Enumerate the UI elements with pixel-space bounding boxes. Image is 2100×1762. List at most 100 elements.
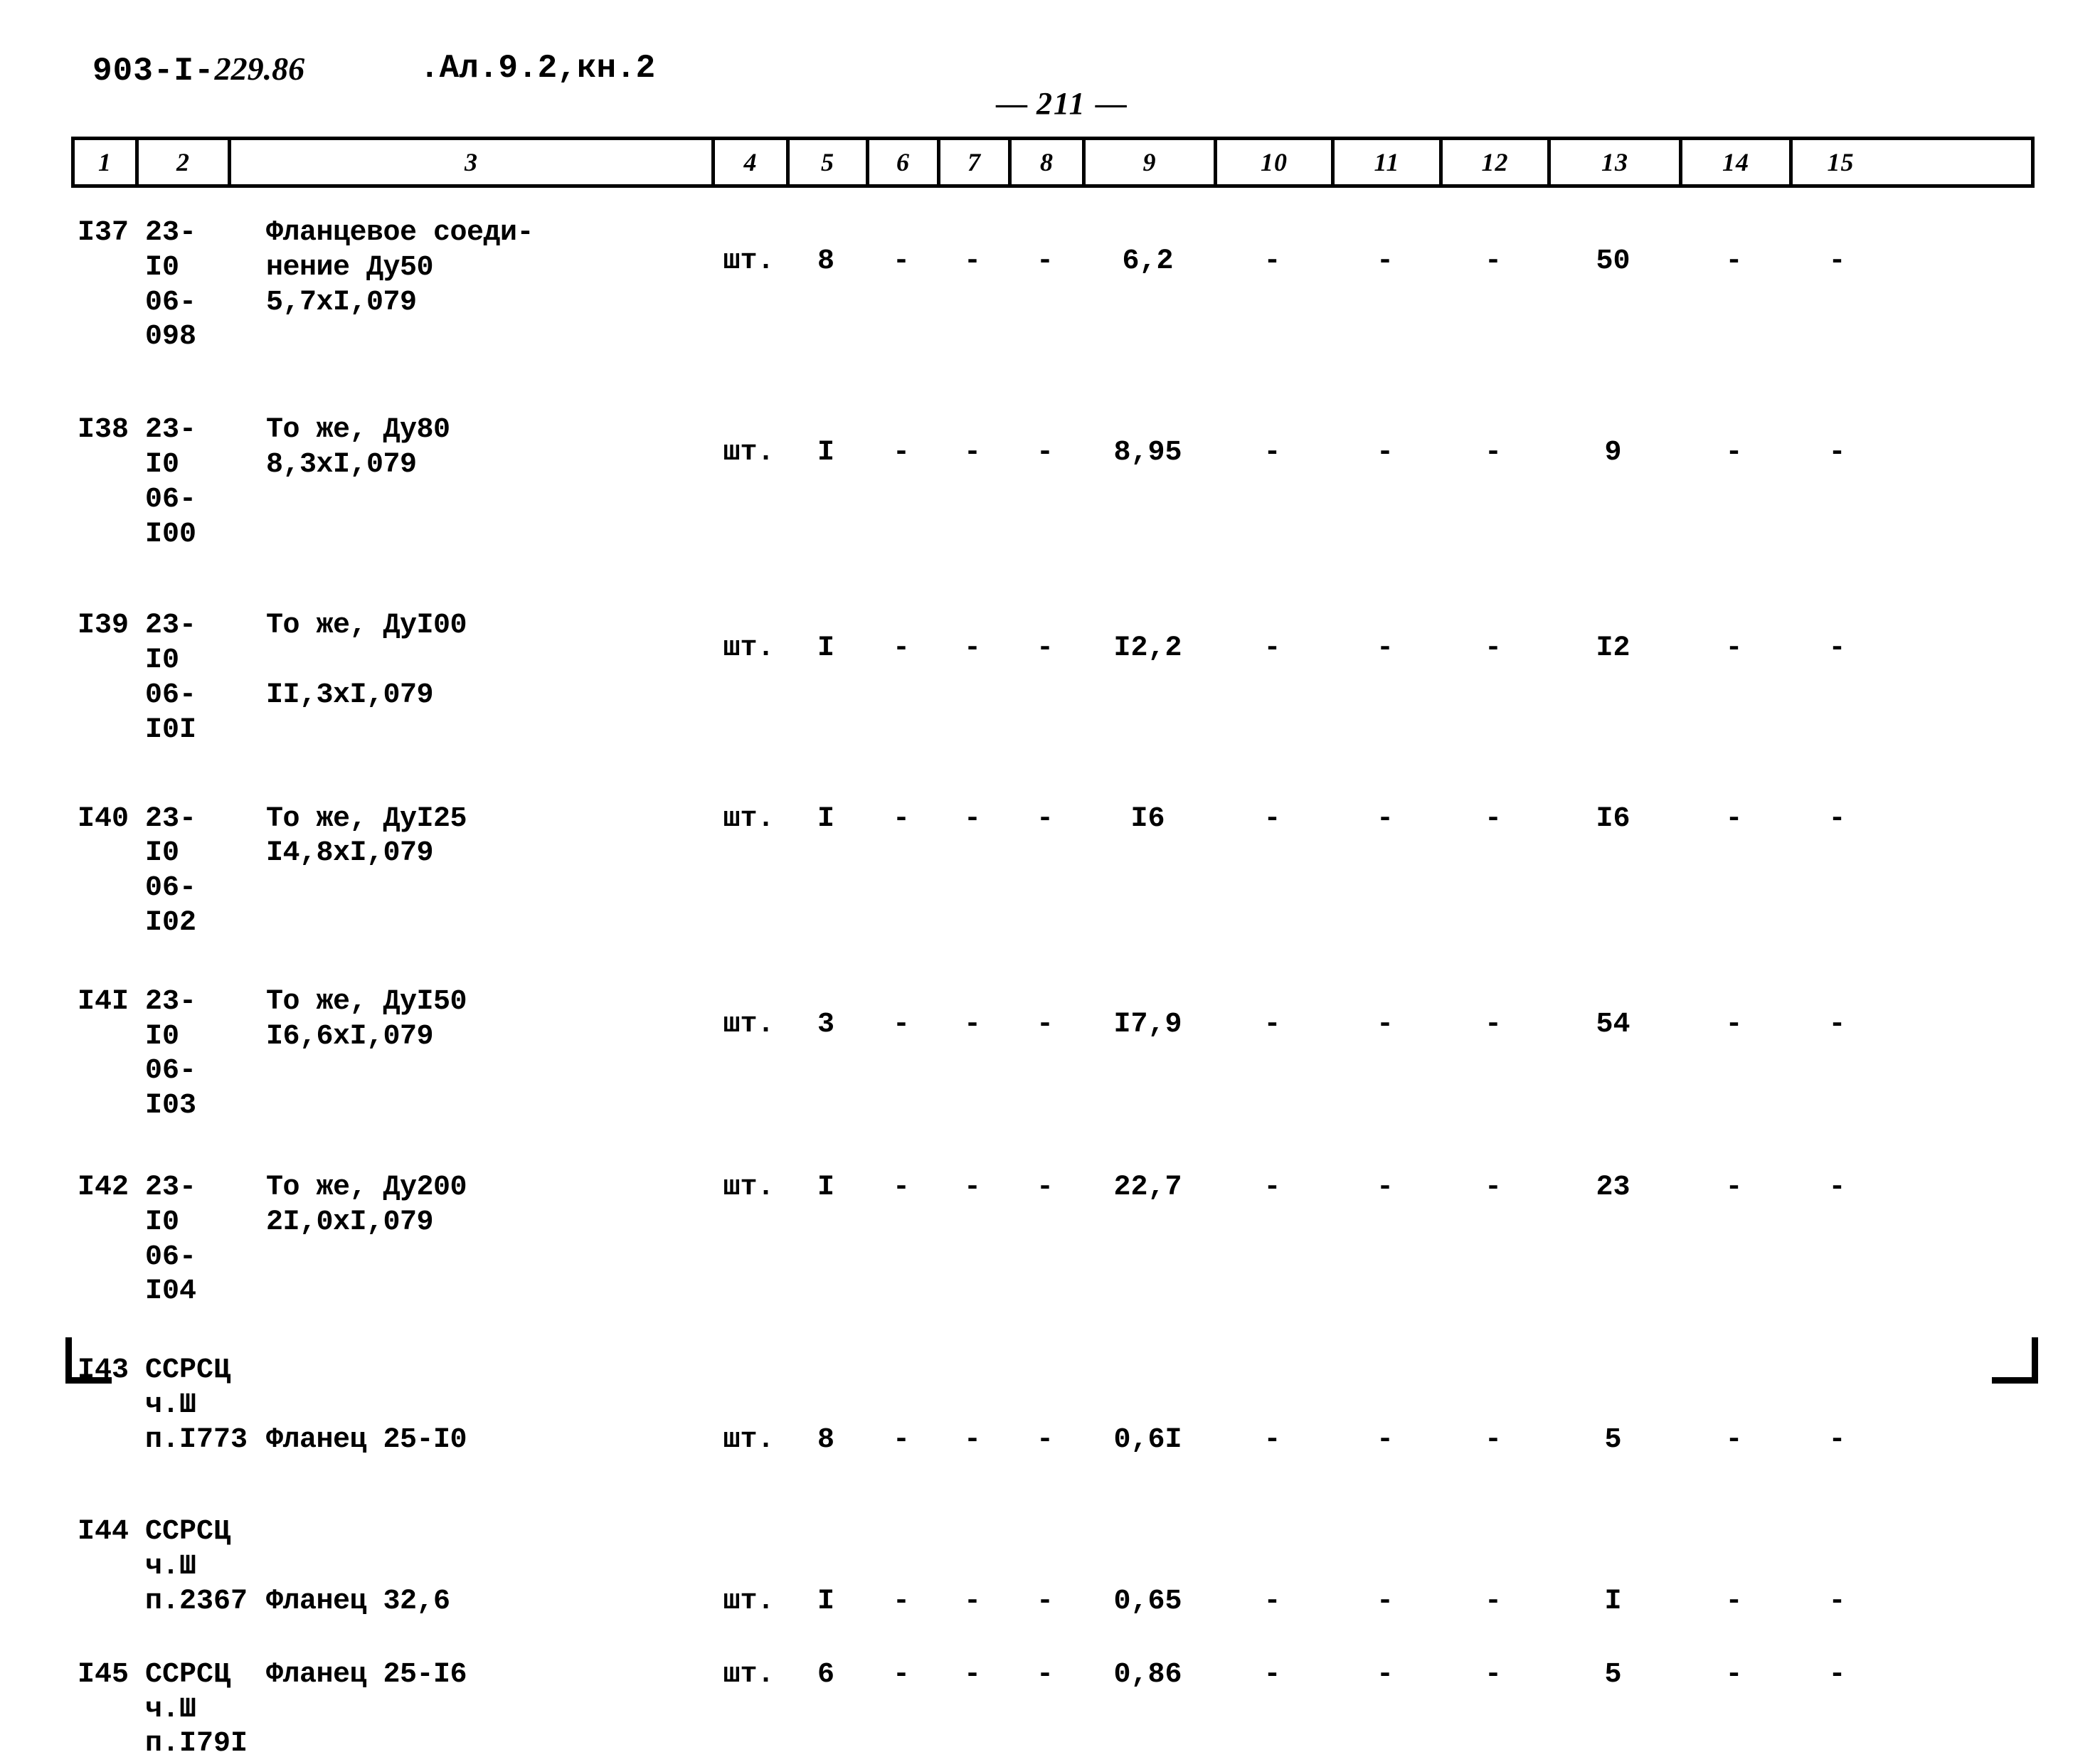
row-code-line: 23-I0 <box>145 802 197 870</box>
column-header-9: 9 <box>1086 140 1217 184</box>
row-value-14: - <box>1725 437 1743 469</box>
row-value-15: - <box>1828 245 1846 277</box>
row-description-line: Фланец 25-I0 <box>266 1423 467 1456</box>
row-value-8: - <box>1036 1658 1054 1691</box>
row-value-6: - <box>892 1585 910 1618</box>
row-value-14: - <box>1725 1171 1743 1204</box>
row-code: 23-I0 06-I0I <box>135 606 228 748</box>
row-description-line: То же, ДуI00 <box>266 610 467 642</box>
row-value-6: - <box>892 245 910 277</box>
row-value-14: - <box>1725 802 1743 835</box>
row-code-line: 06-I02 <box>145 872 197 939</box>
column-header-11: 11 <box>1335 140 1443 184</box>
row-value-9: 0,6I <box>1113 1424 1182 1457</box>
row-value-7: - <box>963 245 981 277</box>
row-description-line <box>266 1354 711 1389</box>
row-value-12: - <box>1484 632 1502 665</box>
row-code-line: ССРСЦ <box>145 1515 231 1548</box>
row-code-line: 06-I03 <box>145 1055 197 1123</box>
table-column-header: 1 2 3 4 5 6 7 8 9 10 11 12 13 14 15 <box>71 137 2035 188</box>
row-code-line: ч.Ш <box>145 1693 197 1726</box>
row-value-15: - <box>1828 1008 1846 1041</box>
row-value-14: - <box>1725 1424 1743 1457</box>
row-description-line <box>266 1693 711 1728</box>
row-value-12: - <box>1484 802 1502 835</box>
row-value-11: - <box>1376 437 1394 469</box>
row-value-12: - <box>1484 437 1502 469</box>
row-value-9: 6,2 <box>1122 245 1174 277</box>
row-value-13: 9 <box>1604 437 1622 469</box>
table-row: I43 ССРСЦ ч.Ш п.I773 Фланец 25-I0 шт. 8- - -0,6… <box>71 1351 2027 1458</box>
column-header-4: 4 <box>715 140 790 184</box>
row-value-11: - <box>1376 1171 1394 1204</box>
column-header-12: 12 <box>1443 140 1551 184</box>
row-value-13: 50 <box>1596 245 1630 277</box>
row-value-13: 5 <box>1604 1424 1622 1457</box>
row-value-14: - <box>1725 632 1743 665</box>
row-value-12: - <box>1484 1171 1502 1204</box>
row-value-6: - <box>892 1171 910 1204</box>
row-code-line: 06-I04 <box>145 1241 197 1308</box>
row-value-14: - <box>1725 1008 1743 1041</box>
row-item-number: I44 <box>77 1515 129 1548</box>
row-value-9: 8,95 <box>1113 437 1182 469</box>
column-header-8: 8 <box>1012 140 1086 184</box>
row-unit: шт. <box>723 632 775 665</box>
row-code: 23-I0 06-I02 <box>135 800 228 941</box>
row-code-line: 23-I0 <box>145 217 197 284</box>
row-code-line: п.I773 <box>145 1423 248 1456</box>
row-description: То же, ДуI50 I6,6xI,079 <box>228 982 711 1055</box>
row-code: ССРСЦ ч.Ш п.2367 <box>135 1512 248 1619</box>
row-value-10: - <box>1263 245 1281 277</box>
row-code-line: ч.Ш <box>145 1389 197 1421</box>
row-value-9: 22,7 <box>1113 1171 1182 1204</box>
document-code-handwritten: 229.86 <box>214 51 305 87</box>
row-value-10: - <box>1263 802 1281 835</box>
row-unit: шт. <box>723 437 775 469</box>
row-value-10: - <box>1263 1424 1281 1457</box>
row-description: Фланец 25-I6 <box>228 1655 711 1762</box>
row-value-8: - <box>1036 1171 1054 1204</box>
row-value-9: 0,86 <box>1113 1658 1182 1691</box>
row-value-11: - <box>1376 1658 1394 1691</box>
row-value-6: - <box>892 437 910 469</box>
row-description-line: I6,6xI,079 <box>266 1020 434 1053</box>
row-item-number: I42 <box>77 1171 129 1204</box>
page-dash-right: — <box>1095 86 1127 121</box>
column-header-15: 15 <box>1827 148 1855 176</box>
row-value-13: I6 <box>1596 802 1630 835</box>
specification-table-body: I37 23-I0 06-098 Фланцевое соеди-нение Ду50… <box>71 213 2027 1762</box>
row-value-10: - <box>1263 1008 1281 1041</box>
row-description-line: I4,8xI,079 <box>266 837 434 870</box>
row-code-line: 23-I0 <box>145 985 197 1053</box>
row-code: ССРСЦ ч.Ш п.I773 <box>135 1351 248 1458</box>
page-number: — 211 — <box>996 85 1127 122</box>
row-code: ССРСЦ ч.Ш п.I79I <box>135 1655 248 1762</box>
row-value-13: I2 <box>1596 632 1630 665</box>
row-value-5: I <box>817 802 834 835</box>
row-value-15: - <box>1828 1424 1846 1457</box>
row-value-5: 3 <box>817 1008 834 1041</box>
crop-mark-bottom-right-icon <box>1992 1337 2038 1384</box>
row-code-line: 23-I0 <box>145 414 197 481</box>
row-value-12: - <box>1484 1424 1502 1457</box>
row-value-11: - <box>1376 802 1394 835</box>
row-value-5: I <box>817 632 834 665</box>
row-value-10: - <box>1263 1171 1281 1204</box>
row-value-6: - <box>892 802 910 835</box>
row-value-12: - <box>1484 1658 1502 1691</box>
table-row: I45 ССРСЦ ч.Ш п.I79I Фланец 25-I6 шт. 6- - -0,8… <box>71 1655 2027 1762</box>
column-header-6: 6 <box>869 140 940 184</box>
row-code: 23-I0 06-I00 <box>135 410 228 552</box>
table-row: I39 23-I0 06-I0I То же, ДуI00 II,3xI,079 шт.… <box>71 606 2027 748</box>
row-value-7: - <box>963 1008 981 1041</box>
row-value-10: - <box>1263 632 1281 665</box>
row-code-line: 06-098 <box>145 286 197 354</box>
row-value-13: 54 <box>1596 1008 1630 1041</box>
row-code-line: 23-I0 <box>145 610 197 677</box>
row-description-line: Фланец 25-I6 <box>266 1658 467 1691</box>
row-value-7: - <box>963 1585 981 1618</box>
document-code: 903-I-229.86 <box>92 50 304 90</box>
row-value-7: - <box>963 1424 981 1457</box>
row-unit: шт. <box>723 1585 775 1618</box>
